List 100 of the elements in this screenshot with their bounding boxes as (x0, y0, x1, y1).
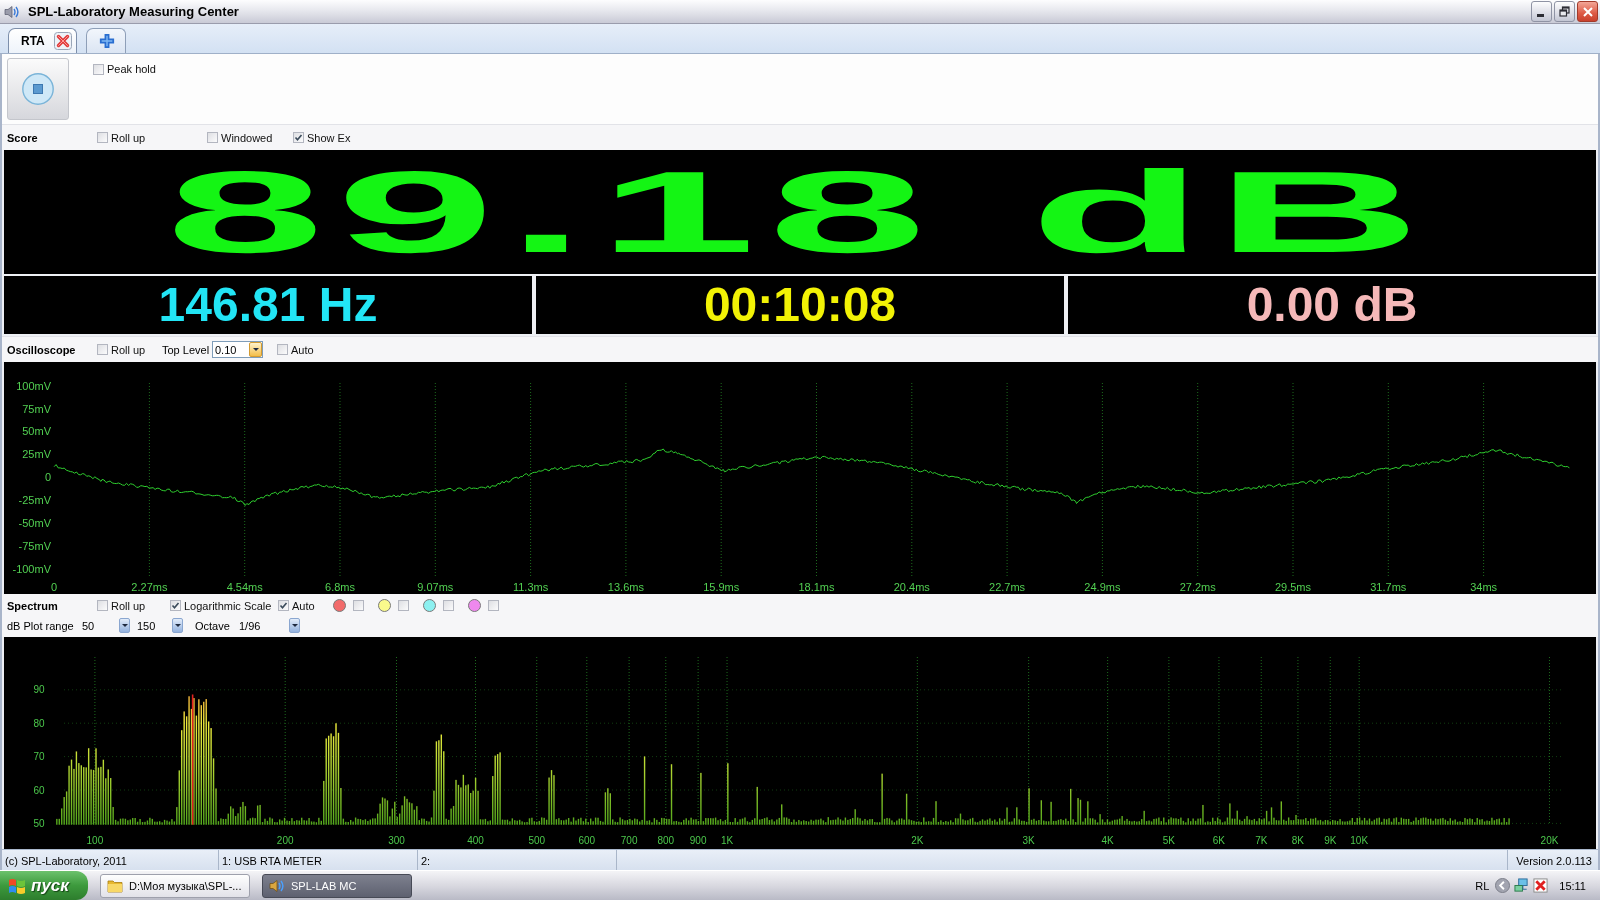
checkbox-label[interactable]: Roll up (111, 131, 146, 144)
axis-tick-label: 31.7ms (1370, 581, 1407, 593)
checkbox[interactable] (278, 600, 289, 611)
dropdown-button[interactable] (119, 618, 130, 633)
status-text: 2: (421, 854, 431, 867)
axis-tick-label: 0 (44, 471, 51, 484)
axis-tick-label: 50mV (22, 425, 51, 438)
restore-icon (1559, 6, 1570, 17)
axis-tick-label: 4K (1101, 834, 1114, 846)
flag-icon (8, 877, 26, 894)
checkbox-label[interactable]: Show Ex (307, 131, 351, 144)
axis-tick-label: 400 (467, 834, 484, 846)
checkbox-label[interactable]: Logarithmic Scale (184, 599, 272, 612)
add-tab[interactable] (85, 28, 126, 53)
version-text: Version 2.0.113 (1516, 854, 1592, 867)
checkbox[interactable] (277, 344, 288, 355)
axis-tick-label: 0 (51, 581, 58, 593)
axis-tick-label: 80 (33, 717, 45, 729)
axis-tick-label: 4.54ms (226, 581, 263, 593)
dropdown-button[interactable] (249, 342, 262, 357)
field-label: Octave (195, 619, 231, 632)
checkbox-label[interactable]: Roll up (111, 343, 146, 356)
checkbox[interactable] (97, 132, 108, 143)
section-title: Oscilloscope (7, 343, 77, 356)
caret-icon (291, 624, 298, 627)
stop-icon (22, 73, 54, 105)
start-button[interactable]: пуск (0, 871, 88, 900)
axis-tick-label: 10K (1350, 834, 1369, 846)
dropdown-field[interactable]: 1/96 (237, 617, 300, 634)
stop-button[interactable] (7, 58, 69, 120)
axis-tick-label: 5K (1162, 834, 1175, 846)
section-title: Score (7, 131, 39, 144)
clock-text: 15:11 (1559, 879, 1586, 892)
taskbar-button[interactable]: SPL-LAB MC (262, 873, 412, 898)
axis-tick-label: 1K (720, 834, 734, 846)
checkbox-label[interactable]: Peak hold (107, 63, 156, 75)
section-title: Spectrum (7, 599, 59, 612)
x-mark-icon[interactable] (1533, 878, 1549, 893)
caret-icon (174, 624, 181, 627)
axis-tick-label: 300 (388, 834, 405, 846)
tab[interactable]: RTA (8, 28, 77, 53)
axis-tick-label: 70 (33, 751, 45, 763)
checkbox-label[interactable]: Windowed (221, 131, 273, 144)
axis-tick-label: 6K (1212, 834, 1226, 846)
axis-tick-label: 15.9ms (703, 581, 740, 593)
checkbox[interactable] (353, 600, 364, 611)
checkbox-label[interactable]: Roll up (111, 599, 146, 612)
checkbox[interactable] (293, 132, 304, 143)
checkbox[interactable] (443, 600, 454, 611)
axis-tick-label: -50mV (18, 516, 51, 529)
level-reading: 89.18 dB (166, 154, 1434, 270)
checkbox-label[interactable]: Auto (291, 343, 314, 356)
axis-tick-label: 7K (1255, 834, 1268, 846)
language-indicator[interactable]: RL (1475, 879, 1490, 892)
restore-button[interactable] (1554, 1, 1575, 22)
axis-tick-label: 29.5ms (1274, 581, 1312, 593)
checkbox[interactable] (170, 600, 181, 611)
axis-tick-label: 20K (1540, 834, 1559, 846)
axis-tick-label: 24.9ms (1084, 581, 1121, 593)
axis-tick-label: 25mV (22, 448, 51, 461)
axis-tick-label: 700 (620, 834, 638, 846)
status-text: (c) SPL-Laboratory, 2011 (5, 854, 127, 867)
field-label: dB Plot range (7, 619, 75, 632)
network-icon[interactable] (1514, 878, 1530, 893)
axis-tick-label: 2K (911, 834, 924, 846)
dropdown-button[interactable] (172, 618, 183, 633)
taskbar-button[interactable]: D:\Моя музыка\SPL-... (100, 873, 250, 898)
axis-tick-label: 6.8ms (325, 581, 355, 593)
checkbox[interactable] (97, 600, 108, 611)
checkbox[interactable] (97, 344, 108, 355)
caret-icon (252, 348, 259, 351)
folder-icon (107, 877, 123, 894)
status-text: 1: USB RTA METER (222, 854, 322, 867)
axis-tick-label: 90 (33, 684, 45, 696)
axis-tick-label: 22.7ms (989, 581, 1026, 593)
dropdown-field[interactable]: 50 (80, 617, 130, 634)
axis-tick-label: 800 (657, 834, 675, 846)
axis-tick-label: 60 (33, 784, 45, 796)
checkbox[interactable] (488, 600, 499, 611)
checkbox[interactable] (207, 132, 218, 143)
checkbox-label[interactable]: Auto (292, 599, 315, 612)
axis-tick-label: 100 (86, 834, 104, 846)
close-icon[interactable] (53, 32, 72, 50)
axis-tick-label: -75mV (18, 539, 51, 552)
chevron-icon[interactable] (1495, 878, 1511, 893)
dropdown-field[interactable]: 150 (135, 617, 183, 634)
dropdown-button[interactable] (289, 618, 300, 633)
checkbox[interactable] (398, 600, 409, 611)
axis-tick-label: 8K (1291, 834, 1305, 846)
axis-tick-label: 100mV (16, 379, 51, 392)
axis-tick-label: 9.07ms (417, 581, 454, 593)
window-title: SPL-Laboratory Measuring Center (28, 4, 239, 19)
close-button[interactable] (1577, 1, 1598, 22)
axis-tick-label: 9K (1324, 834, 1337, 846)
minimize-button[interactable] (1531, 1, 1552, 22)
axis-tick-label: 34ms (1470, 581, 1498, 593)
checkbox[interactable] (93, 63, 104, 75)
dropdown-field[interactable]: 0.10 (212, 341, 263, 358)
plus-icon (98, 33, 115, 49)
axis-tick-label: 3K (1022, 834, 1035, 846)
